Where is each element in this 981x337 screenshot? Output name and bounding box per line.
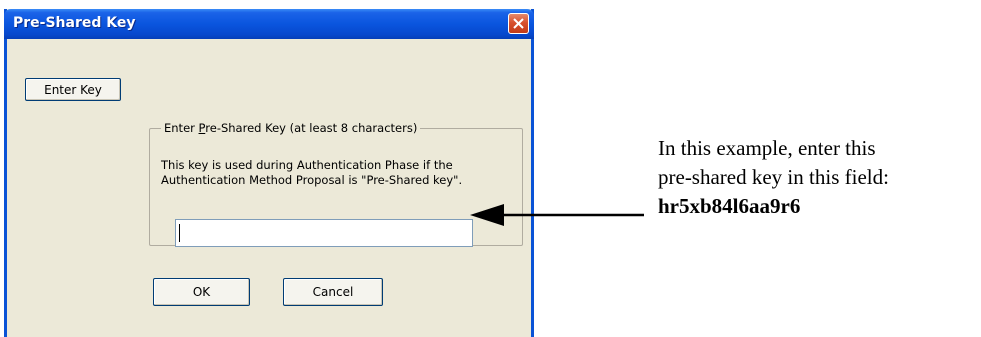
close-icon bbox=[513, 18, 524, 29]
enter-key-button[interactable]: Enter Key bbox=[25, 78, 121, 101]
annotation-line-1: In this example, enter this bbox=[658, 136, 876, 160]
annotation-line-2: pre-shared key in this field: bbox=[658, 165, 889, 189]
close-button[interactable] bbox=[508, 13, 529, 34]
legend-suffix: re-Shared Key (at least 8 characters) bbox=[205, 121, 418, 135]
annotation-key-value: hr5xb84l6aa9r6 bbox=[658, 194, 801, 218]
ok-button[interactable]: OK bbox=[153, 278, 250, 306]
cancel-button[interactable]: Cancel bbox=[283, 278, 383, 306]
pre-shared-key-dialog: Pre-Shared Key Enter Key Enter Pre-Share… bbox=[4, 9, 534, 337]
annotation-text: In this example, enter this pre-shared k… bbox=[658, 134, 889, 221]
group-legend: Enter Pre-Shared Key (at least 8 charact… bbox=[161, 121, 421, 135]
pre-shared-key-input[interactable] bbox=[175, 219, 473, 247]
description-line-2: Authentication Method Proposal is "Pre-S… bbox=[161, 173, 463, 187]
legend-prefix: Enter bbox=[164, 121, 199, 135]
left-arrow-icon bbox=[470, 204, 644, 226]
title-bar[interactable]: Pre-Shared Key bbox=[4, 9, 534, 39]
group-description: This key is used during Authentication P… bbox=[161, 158, 516, 188]
text-caret bbox=[179, 224, 180, 242]
pre-shared-key-group: Enter Pre-Shared Key (at least 8 charact… bbox=[149, 121, 523, 247]
dialog-title: Pre-Shared Key bbox=[13, 15, 136, 31]
description-line-1: This key is used during Authentication P… bbox=[161, 158, 453, 172]
